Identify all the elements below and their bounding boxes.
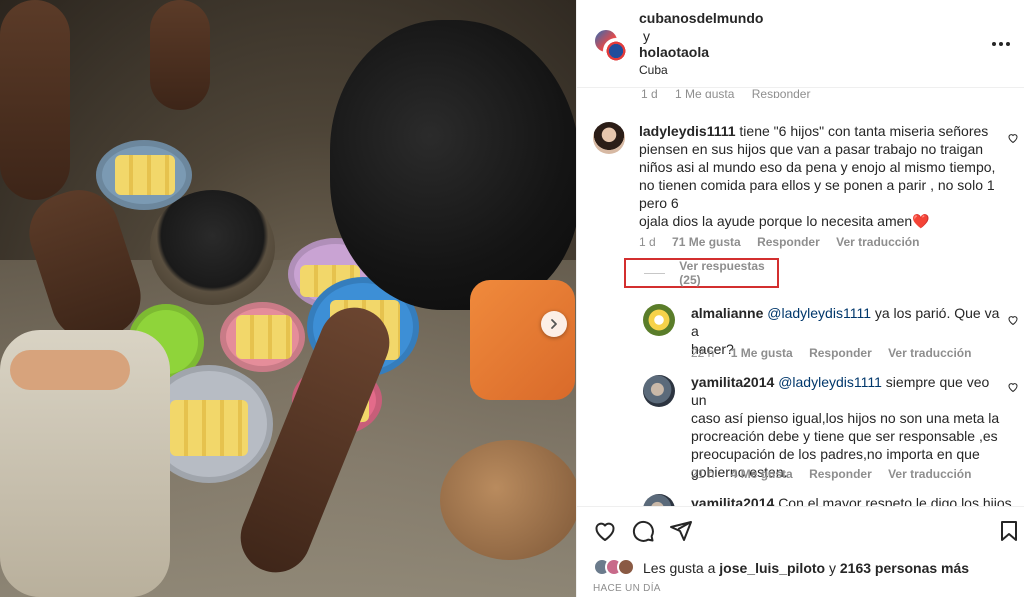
avatar[interactable]: [593, 122, 625, 154]
heart-emoji: ❤️: [912, 213, 930, 229]
photo-food: [236, 315, 292, 359]
photo-dog: [440, 440, 576, 560]
photo-child-shirt: [470, 280, 575, 400]
heart-icon[interactable]: [593, 519, 617, 543]
mention-link[interactable]: @ladyleydis1111: [778, 374, 882, 390]
comment-text: piensen en sus hijos que van a pasar tra…: [639, 141, 984, 157]
reply-item: yamilita2014 @ladyleydis1111 siempre que…: [577, 373, 1024, 483]
next-arrow-icon: [551, 319, 557, 329]
photo-arm-left: [0, 0, 70, 200]
photo-leg-top: [150, 0, 210, 110]
liker-username[interactable]: jose_luis_piloto: [719, 560, 825, 576]
collab-username[interactable]: holaotaola: [639, 44, 709, 60]
divider: [644, 272, 666, 274]
translate-link[interactable]: Ver traducción: [836, 235, 919, 249]
comment-likes[interactable]: 4 Me gusta: [731, 467, 793, 481]
comment-item: ladyleydis1111 tiene "6 hijos" con tanta…: [577, 122, 1024, 252]
reply-link[interactable]: Responder: [752, 88, 811, 98]
comment-time: 22 h: [691, 346, 715, 360]
post-actions: Les gusta a jose_luis_piloto y 2163 pers…: [577, 506, 1024, 597]
comment-time: 21 h: [691, 467, 715, 481]
reply-meta: 22 h 1 Me gusta Responder Ver traducción: [691, 346, 984, 360]
post-header: cubanosdelmundo y holaotaola Cuba: [577, 0, 1024, 88]
reply-text: preocupación de los padres,no importa en…: [691, 446, 980, 462]
reply-body: yamilita2014 Con el mayor respeto le dig…: [691, 494, 1012, 506]
avatar[interactable]: [643, 304, 675, 336]
prev-comment-meta: 1 d 1 Me gusta Responder: [641, 88, 824, 98]
likes-count[interactable]: 2163 personas más: [840, 560, 969, 576]
reply-item: yamilita2014 Con el mayor respeto le dig…: [577, 492, 1024, 506]
comment-text: no tienen comida para ellos y se ponen a…: [639, 177, 995, 193]
share-icon[interactable]: [669, 519, 693, 543]
bookmark-icon[interactable]: [997, 519, 1021, 543]
reply-username[interactable]: yamilita2014: [691, 495, 774, 506]
reply-text: procreación debe y tiene que ser respons…: [691, 428, 998, 444]
comment-text: niños asi al mundo eso da pena y enojo a…: [639, 159, 996, 175]
collab-connector: y: [643, 28, 650, 44]
comment-text: pero 6: [639, 195, 679, 211]
photo-food: [115, 155, 175, 195]
heart-icon[interactable]: [1007, 314, 1019, 326]
photo-pot: [150, 190, 275, 305]
comment-likes[interactable]: 1 Me gusta: [675, 88, 734, 98]
likes-summary[interactable]: Les gusta a jose_luis_piloto y 2163 pers…: [593, 557, 969, 579]
comments-list[interactable]: 1 d 1 Me gusta Responder ladyleydis1111 …: [577, 88, 1024, 506]
collab-avatars[interactable]: [593, 28, 629, 64]
heart-icon[interactable]: [1007, 132, 1019, 144]
likes-text: Les gusta a jose_luis_piloto y 2163 pers…: [643, 560, 969, 576]
reply-link[interactable]: Responder: [809, 346, 872, 360]
likes-connector: y: [828, 560, 836, 576]
author-username[interactable]: cubanosdelmundo: [639, 10, 763, 26]
post-date: HACE UN DÍA: [593, 583, 661, 594]
comment-time: 1 d: [639, 235, 656, 249]
reply-username[interactable]: yamilita2014: [691, 374, 774, 390]
avatar[interactable]: [643, 375, 675, 407]
likes-prefix: Les gusta a: [643, 560, 716, 576]
comment-text: tiene "6 hijos" con tanta miseria señore…: [739, 123, 989, 139]
avatar[interactable]: [643, 494, 675, 506]
photo-baby-arm: [10, 350, 130, 390]
reply-meta: 21 h 4 Me gusta Responder Ver traducción: [691, 467, 984, 481]
comment-icon[interactable]: [631, 519, 655, 543]
mention-link[interactable]: @ladyleydis1111: [767, 305, 871, 321]
comment-time: 1 d: [641, 88, 658, 98]
avatar[interactable]: [603, 38, 629, 64]
comment-meta: 1 d 71 Me gusta Responder Ver traducción: [639, 235, 932, 249]
heart-icon[interactable]: [1007, 381, 1019, 393]
post-side-panel: cubanosdelmundo y holaotaola Cuba 1 d 1 …: [576, 0, 1024, 597]
next-photo-button[interactable]: [541, 311, 567, 337]
view-replies-label: Ver respuestas (25): [679, 259, 765, 287]
comment-likes[interactable]: 1 Me gusta: [731, 346, 793, 360]
view-replies-button[interactable]: Ver respuestas (25): [624, 258, 779, 288]
reply-text: Con el mayor respeto le digo los hijos: [778, 495, 1012, 506]
comment-username[interactable]: ladyleydis1111: [639, 123, 736, 139]
reply-body: yamilita2014 @ladyleydis1111 siempre que…: [691, 373, 1001, 481]
translate-link[interactable]: Ver traducción: [888, 467, 971, 481]
comment-likes[interactable]: 71 Me gusta: [672, 235, 741, 249]
reply-username[interactable]: almalianne: [691, 305, 763, 321]
liker-avatars: [593, 558, 637, 578]
avatar: [617, 558, 635, 576]
more-options-icon[interactable]: [991, 34, 1011, 54]
comment-text: ojala dios la ayude porque lo necesita a…: [639, 213, 913, 229]
photo-food: [170, 400, 248, 456]
translate-link[interactable]: Ver traducción: [888, 346, 971, 360]
photo-child-hair: [330, 20, 576, 310]
reply-item: almalianne @ladyleydis1111 ya los parió.…: [577, 302, 1024, 362]
comment-body: ladyleydis1111 tiene "6 hijos" con tanta…: [639, 122, 999, 230]
reply-link[interactable]: Responder: [809, 467, 872, 481]
reply-link[interactable]: Responder: [757, 235, 820, 249]
reply-text: caso así pienso igual,los hijos no son u…: [691, 410, 1000, 426]
location-link[interactable]: Cuba: [639, 63, 668, 77]
post-photo: [0, 0, 576, 597]
